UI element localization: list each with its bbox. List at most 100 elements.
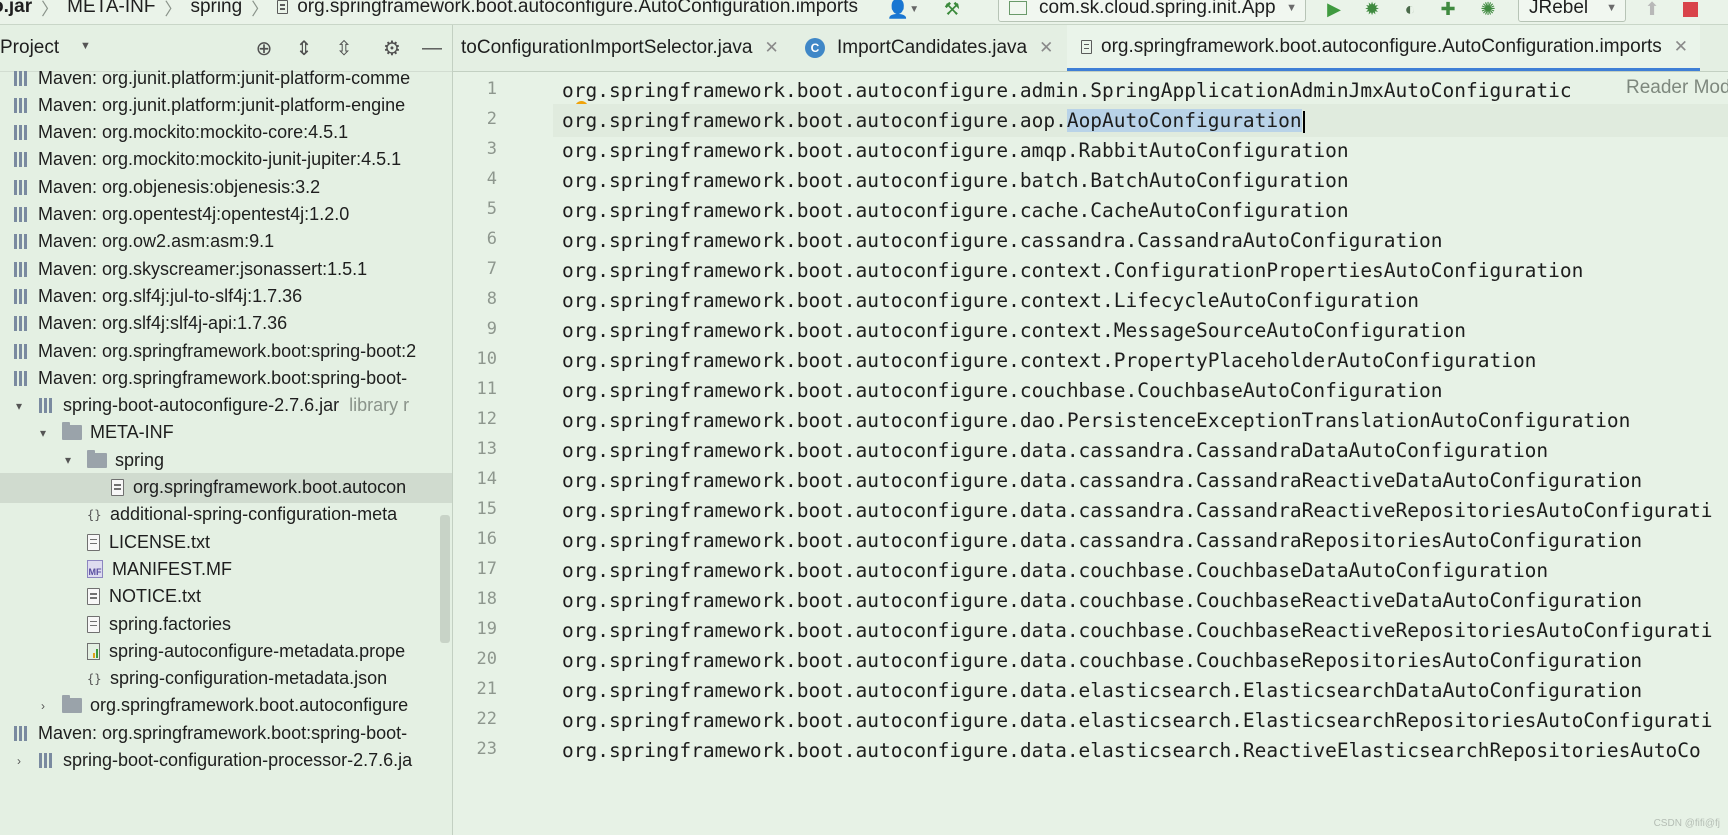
tree-item[interactable]: spring.factories <box>0 609 452 639</box>
tree-item[interactable]: {} spring-configuration-metadata.json <box>0 664 452 694</box>
json-file-icon: {} <box>87 671 102 686</box>
jrebel-select[interactable]: JRebel ▼ <box>1518 0 1626 22</box>
chevron-down-icon[interactable]: ▾ <box>12 399 26 413</box>
project-view-selector[interactable]: Project <box>0 37 59 59</box>
tab-auto-configuration-imports[interactable]: org.springframework.boot.autoconfigure.A… <box>1067 25 1701 71</box>
code-line[interactable]: org.springframework.boot.autoconfigure.d… <box>553 404 1728 437</box>
tab-import-candidates[interactable]: C ImportCandidates.java ✕ <box>805 25 1053 71</box>
chevron-down-icon[interactable]: ▾ <box>61 453 75 467</box>
build-hammer-button[interactable]: ⚒ <box>940 0 964 21</box>
chevron-down-icon[interactable]: ▾ <box>36 426 50 440</box>
tab-auto-configuration-import-selector[interactable]: toConfigurationImportSelector.java ✕ <box>461 25 779 71</box>
chevron-down-icon[interactable]: ▼ <box>80 40 91 52</box>
jrebel-debug-icon: ✺ <box>1480 0 1496 19</box>
code-line[interactable]: org.springframework.boot.autoconfigure.d… <box>553 674 1728 707</box>
jrebel-debug-button[interactable]: ✺ <box>1476 0 1500 21</box>
coverage-button[interactable]: ◐ <box>1398 0 1422 21</box>
breadcrumb-item-jar[interactable]: o.jar <box>0 0 32 18</box>
code-line[interactable]: org.springframework.boot.autoconfigure.d… <box>553 584 1728 617</box>
tree-item[interactable]: Maven: org.springframework.boot:spring-b… <box>0 363 452 393</box>
line-number: 13 <box>476 439 497 459</box>
code-line[interactable]: org.springframework.boot.autoconfigure.d… <box>553 704 1728 737</box>
tree-item[interactable]: Maven: org.slf4j:slf4j-api:1.7.36 <box>0 309 452 339</box>
tree-item[interactable]: Maven: org.mockito:mockito-core:4.5.1 <box>0 118 452 148</box>
tree-item[interactable]: Maven: org.junit.platform:junit-platform… <box>0 63 452 93</box>
stop-button[interactable] <box>1678 0 1702 21</box>
breadcrumb-item-file[interactable]: org.springframework.boot.autoconfigure.A… <box>297 0 858 18</box>
code-line[interactable]: org.springframework.boot.autoconfigure.a… <box>553 134 1728 167</box>
code-line[interactable]: org.springframework.boot.autoconfigure.c… <box>553 314 1728 347</box>
code-line[interactable]: org.springframework.boot.autoconfigure.d… <box>553 734 1728 767</box>
tree-item[interactable]: Maven: org.springframework.boot:spring-b… <box>0 336 452 366</box>
code-line[interactable]: org.springframework.boot.autoconfigure.c… <box>553 224 1728 257</box>
line-number: 22 <box>476 709 497 729</box>
tree-item[interactable]: org.springframework.boot.autocon <box>0 472 452 503</box>
tree-item[interactable]: LICENSE.txt <box>0 527 452 557</box>
chevron-right-icon[interactable]: › <box>36 699 50 713</box>
tree-item[interactable]: Maven: org.skyscreamer:jsonassert:1.5.1 <box>0 254 452 284</box>
attach-button[interactable]: ⬆ <box>1640 0 1664 21</box>
code-line[interactable]: org.springframework.boot.autoconfigure.d… <box>553 434 1728 467</box>
code-line[interactable]: org.springframework.boot.autoconfigure.c… <box>553 344 1728 377</box>
code-line[interactable]: org.springframework.boot.autoconfigure.c… <box>553 254 1728 287</box>
tree-item-label: additional-spring-configuration-meta <box>110 504 398 525</box>
locate-file-icon[interactable]: ⊕ <box>252 36 276 60</box>
library-icon <box>13 97 30 114</box>
breadcrumb-item-spring[interactable]: spring <box>190 0 242 18</box>
tree-item[interactable]: › spring-boot-configuration-processor-2.7… <box>0 746 452 776</box>
tree-item[interactable]: Maven: org.mockito:mockito-junit-jupiter… <box>0 145 452 175</box>
tree-item[interactable]: NOTICE.txt <box>0 582 452 612</box>
tree-item[interactable]: ▾ spring-boot-autoconfigure-2.7.6.jar libr… <box>0 391 452 421</box>
expand-all-icon[interactable]: ⇕ <box>292 36 316 60</box>
tree-item[interactable]: ▾ META-INF <box>0 418 452 448</box>
breadcrumb-item-meta-inf[interactable]: META-INF <box>67 0 155 18</box>
close-icon[interactable]: ✕ <box>765 38 779 58</box>
code-text: org.springframework.boot.autoconfigure.d… <box>562 649 1643 672</box>
tree-item-label: Maven: org.junit.platform:junit-platform… <box>38 67 411 88</box>
code-line[interactable]: org.springframework.boot.autoconfigure.d… <box>553 524 1728 557</box>
tab-label: org.springframework.boot.autoconfigure.A… <box>1101 35 1662 57</box>
reader-mode-button[interactable]: Reader Mod <box>1626 77 1728 99</box>
tree-item[interactable]: Maven: org.slf4j:jul-to-slf4j:1.7.36 <box>0 281 452 311</box>
code-editor[interactable]: org.springframework.boot.autoconfigure.a… <box>553 72 1728 835</box>
tree-item[interactable]: Maven: org.ow2.asm:asm:9.1 <box>0 227 452 257</box>
code-line[interactable]: org.springframework.boot.autoconfigure.d… <box>553 554 1728 587</box>
code-text: org.springframework.boot.autoconfigure.a… <box>562 109 1067 132</box>
tree-item-label: spring-autoconfigure-metadata.prope <box>109 640 406 661</box>
code-line[interactable]: org.springframework.boot.autoconfigure.b… <box>553 164 1728 197</box>
gear-icon[interactable]: ⚙ <box>380 36 404 60</box>
tree-item[interactable]: spring-autoconfigure-metadata.prope <box>0 636 452 666</box>
close-icon[interactable]: ✕ <box>1674 37 1688 57</box>
tree-item-label: Maven: org.springframework.boot:spring-b… <box>38 722 408 743</box>
tree-item[interactable]: MF MANIFEST.MF <box>0 554 452 584</box>
code-line[interactable]: org.springframework.boot.autoconfigure.c… <box>553 284 1728 317</box>
tree-item[interactable]: {} additional-spring-configuration-meta <box>0 500 452 530</box>
code-line[interactable]: org.springframework.boot.autoconfigure.c… <box>553 374 1728 407</box>
editor-area: toConfigurationImportSelector.java ✕ C I… <box>453 25 1728 835</box>
chevron-right-icon[interactable]: › <box>12 754 26 768</box>
code-line[interactable]: org.springframework.boot.autoconfigure.c… <box>553 194 1728 227</box>
tree-scrollbar[interactable] <box>440 515 450 643</box>
run-button[interactable]: ▶ <box>1322 0 1346 21</box>
tree-item[interactable]: Maven: org.objenesis:objenesis:3.2 <box>0 172 452 202</box>
tree-item[interactable]: Maven: org.opentest4j:opentest4j:1.2.0 <box>0 200 452 230</box>
user-dropdown-button[interactable]: 👤 ▼ <box>880 0 926 21</box>
jrebel-run-button[interactable]: ✚ <box>1436 0 1460 21</box>
code-line[interactable]: org.springframework.boot.autoconfigure.d… <box>553 494 1728 527</box>
app-config-icon <box>1009 1 1027 15</box>
tree-item[interactable]: Maven: org.junit.platform:junit-platform… <box>0 90 452 120</box>
code-line[interactable]: org.springframework.boot.autoconfigure.d… <box>553 614 1728 647</box>
tree-item[interactable]: ▾ spring <box>0 445 452 475</box>
run-configuration-select[interactable]: com.sk.cloud.spring.init.App ▼ <box>998 0 1306 22</box>
hide-panel-icon[interactable]: — <box>420 36 444 60</box>
code-line[interactable]: org.springframework.boot.autoconfigure.d… <box>553 464 1728 497</box>
collapse-all-icon[interactable]: ⇳ <box>332 36 356 60</box>
code-line[interactable]: org.springframework.boot.autoconfigure.a… <box>553 74 1728 107</box>
code-line[interactable]: org.springframework.boot.autoconfigure.a… <box>553 104 1728 137</box>
debug-button[interactable]: ✹ <box>1360 0 1384 21</box>
code-text: org.springframework.boot.autoconfigure.d… <box>562 499 1713 522</box>
tree-item[interactable]: Maven: org.springframework.boot:spring-b… <box>0 718 452 748</box>
code-line[interactable]: org.springframework.boot.autoconfigure.d… <box>553 644 1728 677</box>
close-icon[interactable]: ✕ <box>1039 38 1053 58</box>
tree-item[interactable]: › org.springframework.boot.autoconfigure <box>0 691 452 721</box>
